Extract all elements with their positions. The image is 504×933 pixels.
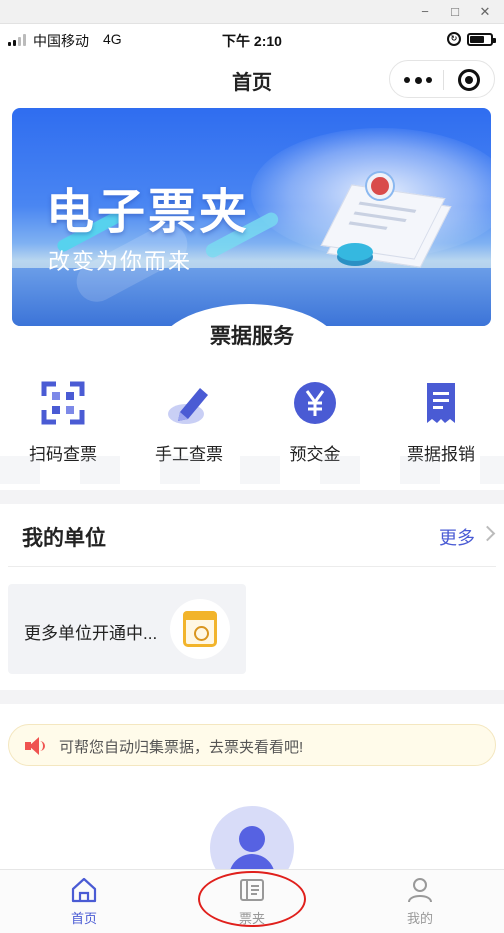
rotation-lock-icon: ↻ [447, 32, 461, 46]
scan-icon [41, 381, 85, 425]
banner[interactable]: 电子票夹 改变为你而来 [12, 108, 491, 326]
navigation-bar: 首页 [0, 56, 504, 102]
chevron-right-icon[interactable] [479, 525, 496, 542]
yen-icon [294, 382, 336, 424]
window-titlebar: − □ ✕ [0, 0, 504, 24]
maximize-button[interactable]: □ [440, 2, 470, 22]
calendar-badge [170, 599, 230, 659]
section-title: 票据服务 [210, 325, 294, 348]
battery-icon [467, 33, 496, 46]
more-dots-icon[interactable] [404, 76, 432, 84]
target-icon[interactable] [458, 69, 480, 91]
tab-mine[interactable]: 我的 [336, 870, 504, 933]
unit-card-text: 更多单位开通中... [24, 624, 158, 643]
tab-label: 首页 [70, 911, 97, 926]
status-time: 下午 2:10 [222, 33, 282, 49]
documents-illustration [317, 163, 452, 268]
notice-bar[interactable]: 可帮您自动归集票据，去票夹看看吧! [8, 724, 496, 766]
tab-home[interactable]: 首页 [0, 870, 168, 933]
tab-label: 我的 [406, 911, 433, 926]
minimize-button[interactable]: − [410, 2, 440, 22]
capsule-divider [443, 70, 444, 90]
divider [8, 566, 496, 567]
home-icon [71, 877, 97, 903]
speaker-icon [25, 737, 45, 755]
pen-icon [168, 388, 208, 424]
mini-program-capsule [389, 60, 495, 98]
status-bar: 中国移动 4G 下午 2:10 ↻ [0, 28, 504, 52]
section-divider [0, 490, 504, 504]
receipt-icon [427, 383, 455, 423]
annotation-circle [198, 871, 306, 927]
banner-title: 电子票夹 [46, 186, 251, 239]
calendar-clock-icon [183, 611, 217, 647]
coin-icon [337, 243, 373, 261]
seal-icon [367, 173, 393, 199]
banner-subtitle: 改变为你而来 [48, 249, 193, 274]
my-unit-title: 我的单位 [22, 527, 106, 550]
more-link[interactable]: 更多 [439, 524, 475, 550]
section-divider [0, 690, 504, 704]
notice-text: 可帮您自动归集票据，去票夹看看吧! [59, 739, 304, 756]
close-window-button[interactable]: ✕ [470, 2, 500, 22]
user-icon [408, 878, 432, 903]
decorative-pattern [0, 456, 504, 484]
unit-card[interactable]: 更多单位开通中... [8, 584, 246, 674]
